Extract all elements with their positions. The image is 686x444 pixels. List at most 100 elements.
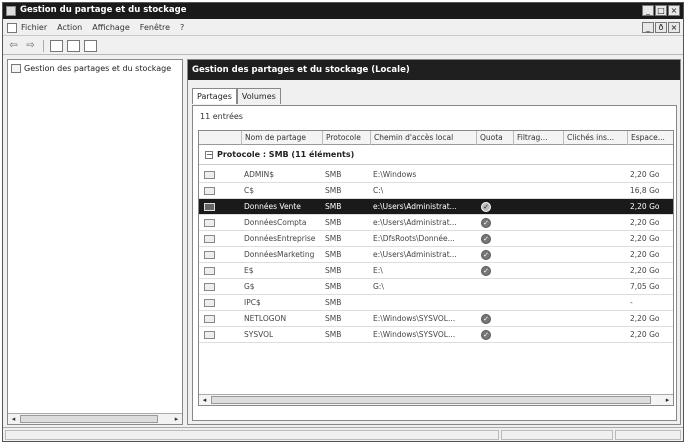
share-folder-icon [204,331,215,339]
app-window: Gestion du partage et du stockage _ □ × … [2,2,684,442]
share-row[interactable]: C$ SMB C:\ 16,8 Go [199,183,673,199]
forward-arrow-icon[interactable]: ⇨ [24,40,37,52]
entry-count: 11 entrées [200,112,243,121]
mdi-minimize-button[interactable]: _ [642,22,654,33]
column-local-path[interactable]: Chemin d'accès local [370,131,476,145]
share-name-cell: IPC$ [244,298,261,307]
share-name-cell: DonnéesEntreprise [244,234,316,243]
snapin-icon [11,64,21,73]
protocol-cell: SMB [325,330,342,339]
quota-check-icon: ✓ [481,234,491,244]
column-free-space[interactable]: Espace... [627,131,673,145]
protocol-cell: SMB [325,234,342,243]
share-row[interactable]: DonnéesEntreprise SMB E:\DfsRoots\Donnée..… [199,231,673,247]
shares-list: Nom de partage Protocole Chemin d'accès … [198,130,674,406]
tab-strip: Partages Volumes [192,88,281,104]
menu-fenetre[interactable]: Fenêtre [140,23,170,32]
mdi-restore-button[interactable]: ð [655,22,667,33]
free-space-cell: 7,05 Go [630,282,660,291]
share-folder-icon [204,315,215,323]
protocol-cell: SMB [325,282,342,291]
quota-check-icon: ✓ [481,330,491,340]
show-hide-tree-icon[interactable] [50,39,63,52]
group-divider [199,164,673,165]
share-row[interactable]: ADMIN$ SMB E:\Windows 2,20 Go [199,167,673,183]
results-header: Gestion des partages et du stockage (Loc… [188,60,680,80]
menu-help[interactable]: ? [180,23,184,32]
title-bar[interactable]: Gestion du partage et du stockage _ □ × [3,3,683,19]
mdi-close-button[interactable]: × [668,22,680,33]
list-scroll-thumb[interactable] [211,396,651,404]
share-name-cell: Données Vente [244,202,301,211]
protocol-cell: SMB [325,170,342,179]
menu-action[interactable]: Action [57,23,82,32]
list-scroll-left-icon[interactable]: ◂ [199,395,210,405]
results-header-title: Gestion des partages et du stockage (Loc… [192,65,410,75]
share-row[interactable]: Données Vente SMB e:\Users\Administrat... 2… [199,199,673,215]
local-path-cell: E:\DfsRoots\Donnée... [373,234,455,243]
quota-check-icon: ✓ [481,202,491,212]
local-path-cell: C:\ [373,186,384,195]
minimize-button[interactable]: _ [642,5,654,16]
tab-panel: 11 entrées Nom de partage Protocole Chem… [192,105,677,421]
free-space-cell: 16,8 Go [630,186,660,195]
menu-bar: Fichier Action Affichage Fenêtre ? _ ð × [3,20,683,36]
quota-check-icon: ✓ [481,266,491,276]
share-name-cell: ADMIN$ [244,170,274,179]
share-name-cell: DonnéesCompta [244,218,307,227]
share-folder-icon [204,219,215,227]
list-scroll-right-icon[interactable]: ▸ [662,395,673,405]
list-header: Nom de partage Protocole Chemin d'accès … [199,131,673,145]
scroll-thumb[interactable] [20,415,158,423]
tab-partages[interactable]: Partages [192,88,237,104]
tree-item-share-storage[interactable]: Gestion des partages et du stockage [11,64,171,73]
help-icon[interactable] [67,39,80,52]
share-folder-icon [204,235,215,243]
maximize-button[interactable]: □ [655,5,667,16]
protocol-cell: SMB [325,218,342,227]
window-controls: _ □ × [642,5,680,16]
share-row[interactable]: IPC$ SMB - [199,295,673,311]
free-space-cell: 2,20 Go [630,266,660,275]
share-name-cell: E$ [244,266,254,275]
share-row[interactable]: NETLOGON SMB E:\Windows\SYSVOL... 2,20 Go ✓ [199,311,673,327]
tree-horizontal-scrollbar[interactable]: ◂ ▸ [8,413,182,424]
local-path-cell: G:\ [373,282,384,291]
collapse-icon[interactable]: − [205,150,213,159]
group-label: Protocole : SMB (11 éléments) [217,150,355,159]
close-button[interactable]: × [668,5,680,16]
share-folder-icon [204,251,215,259]
share-folder-icon [204,267,215,275]
share-name-cell: C$ [244,186,255,195]
share-name-cell: SYSVOL [244,330,274,339]
share-row[interactable]: E$ SMB E:\ 2,20 Go ✓ [199,263,673,279]
document-icon[interactable] [7,23,17,33]
share-row[interactable]: DonnéesCompta SMB e:\Users\Administrat... 2… [199,215,673,231]
column-share-name[interactable]: Nom de partage [241,131,322,145]
menu-affichage[interactable]: Affichage [92,23,130,32]
back-arrow-icon[interactable]: ⇦ [7,40,20,52]
column-protocol[interactable]: Protocole [322,131,370,145]
status-segment-2 [501,430,613,440]
column-filtering[interactable]: Filtrag... [513,131,563,145]
column-icon[interactable] [199,131,241,145]
scroll-left-icon[interactable]: ◂ [8,414,19,424]
scroll-right-icon[interactable]: ▸ [171,414,182,424]
menu-items: Fichier Action Affichage Fenêtre ? [21,23,184,32]
group-header-smb[interactable]: − Protocole : SMB (11 éléments) [199,148,673,162]
toolbar: ⇦ ⇨ [3,37,683,55]
column-quota[interactable]: Quota [476,131,513,145]
free-space-cell: 2,20 Go [630,234,660,243]
share-row[interactable]: DonnéesMarketing SMB e:\Users\Administrat.… [199,247,673,263]
column-shadow-copies[interactable]: Clichés ins... [563,131,627,145]
console-tree: Gestion des partages et du stockage ◂ ▸ [7,59,183,425]
menu-fichier[interactable]: Fichier [21,23,47,32]
share-name-cell: NETLOGON [244,314,287,323]
action-pane-icon[interactable] [84,39,97,52]
tab-volumes[interactable]: Volumes [236,88,281,104]
quota-check-icon: ✓ [481,218,491,228]
share-row[interactable]: G$ SMB G:\ 7,05 Go [199,279,673,295]
share-row[interactable]: SYSVOL SMB E:\Windows\SYSVOL... 2,20 Go ✓ [199,327,673,343]
share-folder-icon [204,187,215,195]
list-horizontal-scrollbar[interactable]: ◂ ▸ [199,394,673,405]
